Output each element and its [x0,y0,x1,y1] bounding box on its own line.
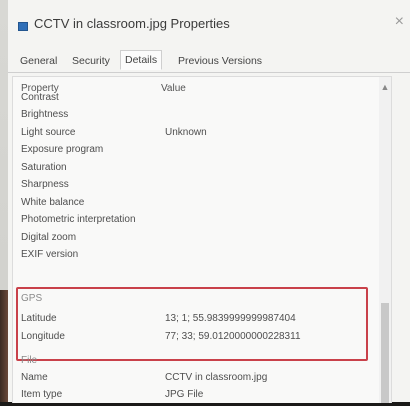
section-label: File [21,355,38,366]
property-name: Digital zoom [21,232,77,243]
table-row[interactable]: Exposure program [21,144,379,161]
title-bar: CCTV in classroom.jpg Properties × [8,0,410,44]
table-row[interactable]: Longitude 77; 33; 59.0120000000228311 [21,331,379,348]
tab-security[interactable]: Security [70,54,112,68]
details-panel: Property Value Contrast Brightness Light… [12,76,392,403]
property-name: Longitude [21,331,65,342]
property-value: 13; 1; 55.9839999999987404 [165,313,296,324]
property-name: Light source [21,127,76,138]
property-name: EXIF version [21,249,79,260]
property-name: Item type [21,389,63,400]
tab-strip: General Security Details Previous Versio… [8,50,410,73]
table-row[interactable]: Latitude 13; 1; 55.9839999999987404 [21,313,379,330]
table-row[interactable]: EXIF version [21,249,379,266]
section-label: GPS [21,293,43,304]
table-row[interactable]: Item type JPG File [21,389,379,406]
chevron-up-icon[interactable]: ▲ [379,81,391,93]
window-title: CCTV in classroom.jpg Properties [34,16,230,31]
jpg-file-icon [18,22,28,31]
property-name: Exposure program [21,144,104,155]
property-name: Saturation [21,162,67,173]
table-row[interactable]: Brightness [21,109,379,126]
property-name: White balance [21,197,85,208]
table-row[interactable]: White balance [21,197,379,214]
property-name: Latitude [21,313,57,324]
tab-details[interactable]: Details [120,50,163,70]
table-row[interactable]: Photometric interpretation [21,214,379,231]
table-row[interactable]: Digital zoom [21,232,379,249]
property-value: JPG File [165,389,204,400]
table-row[interactable]: Saturation [21,162,379,179]
table-row[interactable]: Name CCTV in classroom.jpg [21,372,379,389]
property-name: Sharpness [21,179,69,190]
table-row[interactable]: Light source Unknown [21,127,379,144]
tab-general[interactable]: General [18,54,59,68]
property-value: CCTV in classroom.jpg [165,372,268,383]
table-row[interactable]: Sharpness [21,179,379,196]
property-value: 77; 33; 59.0120000000228311 [165,331,301,342]
property-name: Name [21,372,48,383]
property-name: Contrast [21,92,59,103]
scrollbar-thumb[interactable] [381,303,389,403]
property-name: Photometric interpretation [21,214,136,225]
property-list[interactable]: Property Value Contrast Brightness Light… [13,77,379,403]
table-row[interactable]: Contrast [21,92,379,109]
close-icon[interactable]: × [395,13,404,31]
section-header-file: File [21,355,379,372]
properties-dialog: CCTV in classroom.jpg Properties × Gener… [8,0,410,403]
property-value: Unknown [165,127,207,138]
vertical-scrollbar[interactable]: ▲ [379,77,391,403]
property-name: Brightness [21,109,69,120]
tab-previous-versions[interactable]: Previous Versions [176,54,264,68]
section-header-gps: GPS [21,293,379,310]
